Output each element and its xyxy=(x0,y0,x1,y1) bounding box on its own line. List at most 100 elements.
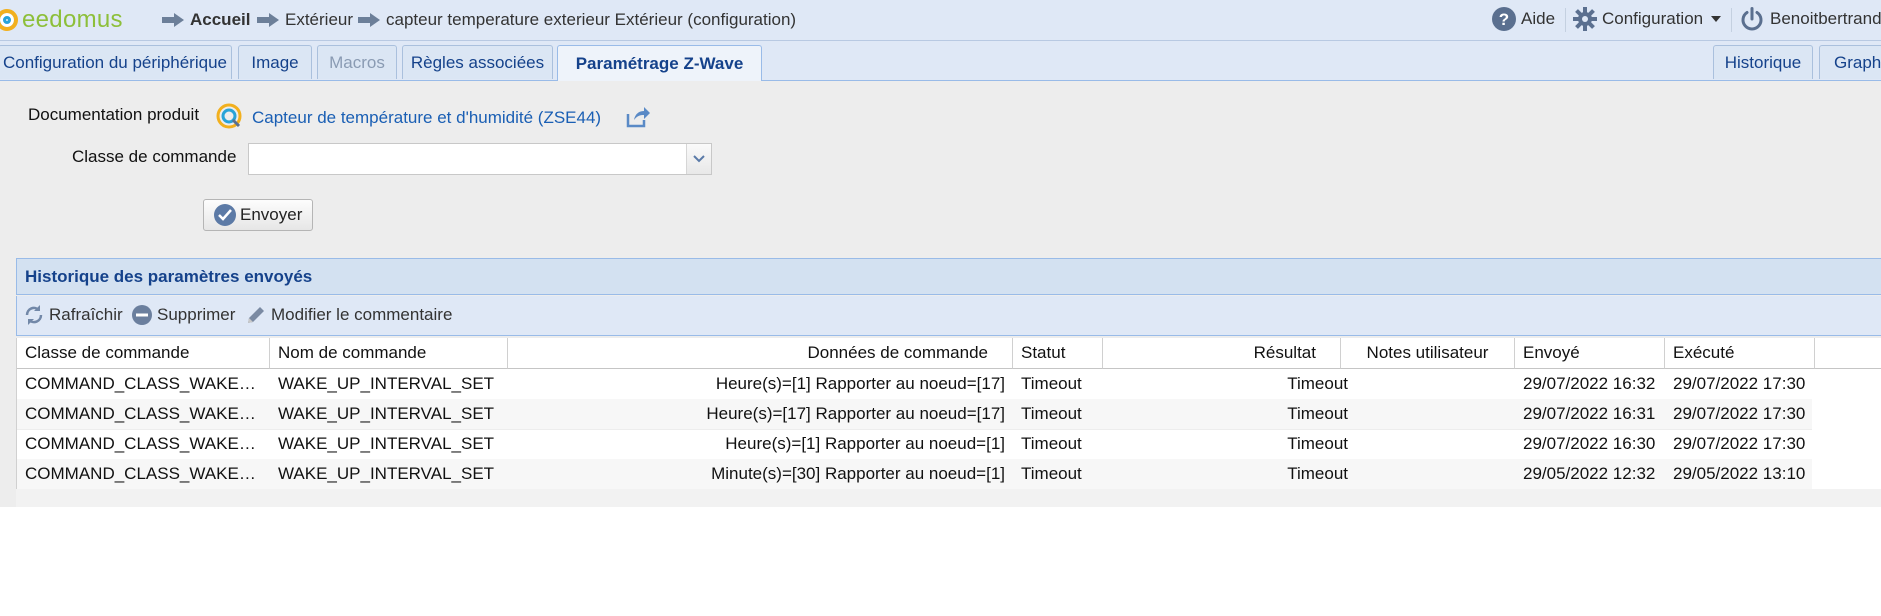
refresh-icon xyxy=(23,304,45,326)
send-button[interactable]: Envoyer xyxy=(203,199,313,231)
breadcrumb-room[interactable]: Extérieur xyxy=(257,10,353,30)
power-icon xyxy=(1741,7,1763,31)
configuration-label: Configuration xyxy=(1602,9,1704,28)
user-logout-button[interactable]: Benoitbertrand xyxy=(1740,7,1881,31)
arrow-right-icon xyxy=(257,13,279,27)
cell-command-data: Heure(s)=[1] Rapporter au noeud=[1] xyxy=(725,434,1005,453)
cell-user-notes xyxy=(1356,459,1515,489)
cell-command-class: COMMAND_CLASS_WAKE_UP xyxy=(25,404,270,423)
edit-comment-button[interactable]: Modifier le commentaire xyxy=(245,304,452,326)
external-link-icon[interactable] xyxy=(626,106,650,128)
cell-executed: 29/05/2022 13:10 xyxy=(1673,464,1806,483)
cell-command-name: WAKE_UP_INTERVAL_SET xyxy=(278,434,495,453)
cell-result: Timeout xyxy=(1287,374,1348,393)
cell-result: Timeout xyxy=(1287,434,1348,453)
history-grid: Classe de commande Nom de commande Donné… xyxy=(16,338,1881,490)
logo-text: eedomus xyxy=(22,6,123,33)
cell-sent: 29/07/2022 16:31 xyxy=(1523,404,1656,423)
column-header[interactable]: Résultat xyxy=(1103,338,1341,369)
help-button[interactable]: ? Aide xyxy=(1492,7,1555,31)
history-toolbar: Rafraîchir Supprimer Modifier le comment… xyxy=(16,296,1881,336)
arrow-right-icon xyxy=(162,13,184,27)
arrow-right-icon xyxy=(358,13,380,27)
grid-footer xyxy=(16,489,1881,507)
tab-graph[interactable]: Graphe xyxy=(1819,45,1881,79)
logo-ring-icon xyxy=(0,9,18,31)
cell-executed: 29/07/2022 17:30 xyxy=(1673,434,1806,453)
command-class-label: Classe de commande xyxy=(72,147,237,166)
tab-history[interactable]: Historique xyxy=(1713,45,1813,79)
dropdown-trigger[interactable] xyxy=(686,144,711,174)
cell-command-name: WAKE_UP_INTERVAL_SET xyxy=(278,464,495,483)
divider xyxy=(1565,8,1566,32)
minus-circle-icon xyxy=(131,304,153,326)
cell-command-data: Minute(s)=[30] Rapporter au noeud=[1] xyxy=(711,464,1005,483)
table-row[interactable]: COMMAND_CLASS_WAKE_UP WAKE_UP_INTERVAL_SE… xyxy=(17,429,1812,460)
table-row[interactable]: COMMAND_CLASS_WAKE_UP WAKE_UP_INTERVAL_SE… xyxy=(17,369,1812,400)
cell-user-notes xyxy=(1356,429,1515,459)
cell-command-name: WAKE_UP_INTERVAL_SET xyxy=(278,404,495,423)
tab-zwave-settings[interactable]: Paramétrage Z-Wave xyxy=(557,45,762,81)
column-header[interactable]: Données de commande xyxy=(508,338,1013,369)
breadcrumb-label: capteur temperature exterieur Extérieur … xyxy=(386,10,797,29)
column-header[interactable]: Exécuté xyxy=(1665,338,1815,369)
pencil-icon xyxy=(245,304,267,326)
edit-comment-label: Modifier le commentaire xyxy=(271,305,453,324)
cell-executed: 29/07/2022 17:30 xyxy=(1673,404,1806,423)
cell-user-notes xyxy=(1356,369,1515,399)
tab-image[interactable]: Image xyxy=(238,45,312,79)
table-row[interactable]: COMMAND_CLASS_WAKE_UP WAKE_UP_INTERVAL_SE… xyxy=(17,459,1812,490)
cell-command-class: COMMAND_CLASS_WAKE_UP xyxy=(25,374,270,393)
svg-text:?: ? xyxy=(1499,10,1509,29)
eedomus-logo[interactable]: eedomus xyxy=(0,4,123,36)
tab-device-configuration[interactable]: Configuration du périphérique xyxy=(0,45,232,79)
documentation-label: Documentation produit xyxy=(28,105,200,124)
breadcrumb-home[interactable]: Accueil xyxy=(162,10,250,30)
delete-button[interactable]: Supprimer xyxy=(131,304,235,326)
divider xyxy=(1731,8,1732,32)
cell-result: Timeout xyxy=(1287,464,1348,483)
cell-command-name: WAKE_UP_INTERVAL_SET xyxy=(278,374,495,393)
column-header[interactable]: Envoyé xyxy=(1515,338,1665,369)
tab-bar: Configuration du périphérique Image Macr… xyxy=(0,41,1881,81)
caret-down-icon xyxy=(1711,16,1722,22)
documentation-icon xyxy=(216,103,242,129)
table-row[interactable]: COMMAND_CLASS_WAKE_UP WAKE_UP_INTERVAL_SE… xyxy=(17,399,1812,430)
top-bar: eedomus Accueil Extérieur capteur temper… xyxy=(0,0,1881,41)
column-header[interactable]: Notes utilisateur xyxy=(1341,338,1515,369)
send-label: Envoyer xyxy=(240,205,303,224)
refresh-button[interactable]: Rafraîchir xyxy=(23,304,123,326)
configuration-menu[interactable]: Configuration xyxy=(1573,7,1722,31)
help-label: Aide xyxy=(1521,9,1556,28)
cell-status: Timeout xyxy=(1021,464,1082,483)
documentation-link[interactable]: Capteur de température et d'humidité (ZS… xyxy=(252,108,601,128)
cell-sent: 29/07/2022 16:30 xyxy=(1523,434,1656,453)
cell-status: Timeout xyxy=(1021,374,1082,393)
cell-command-class: COMMAND_CLASS_WAKE_UP xyxy=(25,434,270,453)
cell-result: Timeout xyxy=(1287,404,1348,423)
chevron-down-icon xyxy=(693,155,705,163)
cell-command-class: COMMAND_CLASS_WAKE_UP xyxy=(25,464,270,483)
command-class-select[interactable] xyxy=(248,143,712,175)
column-header[interactable]: Classe de commande xyxy=(17,338,270,369)
tab-macros[interactable]: Macros xyxy=(317,45,397,79)
breadcrumb-device[interactable]: capteur temperature exterieur Extérieur … xyxy=(358,10,796,30)
column-header[interactable]: Statut xyxy=(1013,338,1103,369)
check-icon xyxy=(214,204,236,226)
breadcrumb-label: Accueil xyxy=(190,10,251,29)
cell-executed: 29/07/2022 17:30 xyxy=(1673,374,1806,393)
refresh-label: Rafraîchir xyxy=(49,305,123,324)
cell-sent: 29/07/2022 16:32 xyxy=(1523,374,1656,393)
column-header-filler xyxy=(1815,338,1881,369)
breadcrumb-label: Extérieur xyxy=(285,10,354,29)
gear-icon xyxy=(1573,7,1597,31)
help-icon: ? xyxy=(1492,7,1516,31)
user-label: Benoitbertrand xyxy=(1770,9,1881,28)
cell-sent: 29/05/2022 12:32 xyxy=(1523,464,1656,483)
delete-label: Supprimer xyxy=(157,305,236,324)
cell-command-data: Heure(s)=[1] Rapporter au noeud=[17] xyxy=(715,374,1005,393)
history-panel-title: Historique des paramètres envoyés xyxy=(16,258,1881,295)
column-header[interactable]: Nom de commande xyxy=(270,338,508,369)
tab-associated-rules[interactable]: Règles associées xyxy=(402,45,553,79)
cell-status: Timeout xyxy=(1021,404,1082,423)
